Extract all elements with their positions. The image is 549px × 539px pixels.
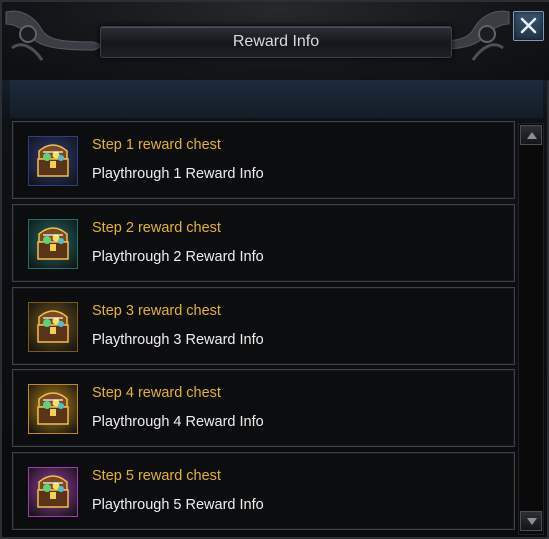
header-band — [10, 80, 543, 118]
teal-chest-icon — [37, 227, 69, 260]
purple-chest-icon — [37, 475, 69, 508]
reward-subtitle-3: Playthrough 3 Reward Info — [92, 332, 264, 348]
chest-icon-5 — [28, 467, 78, 517]
arrow-down-icon — [527, 518, 537, 525]
gold-chest-icon — [37, 392, 69, 425]
reward-subtitle-1: Playthrough 1 Reward Info — [92, 166, 264, 182]
reward-info-window: Reward Info Step 1 reward chest Playthro… — [0, 0, 549, 539]
reward-list: Step 1 reward chest Playthrough 1 Reward… — [12, 121, 515, 535]
scrollbar[interactable] — [518, 123, 544, 535]
reward-row-2[interactable]: Step 2 reward chest Playthrough 2 Reward… — [12, 204, 515, 282]
scroll-up-button[interactable] — [520, 125, 542, 145]
bronze-chest-icon — [37, 310, 69, 343]
reward-title-1: Step 1 reward chest — [92, 137, 221, 153]
reward-title-3: Step 3 reward chest — [92, 303, 221, 319]
reward-subtitle-2: Playthrough 2 Reward Info — [92, 249, 264, 265]
scroll-down-button[interactable] — [520, 511, 542, 531]
reward-row-1[interactable]: Step 1 reward chest Playthrough 1 Reward… — [12, 121, 515, 199]
title-plate: Reward Info — [100, 26, 452, 58]
close-icon — [520, 17, 537, 34]
reward-row-3[interactable]: Step 3 reward chest Playthrough 3 Reward… — [12, 287, 515, 365]
close-button[interactable] — [513, 11, 544, 41]
window-title: Reward Info — [232, 33, 320, 50]
reward-subtitle-4: Playthrough 4 Reward Info — [92, 414, 264, 430]
arrow-up-icon — [527, 132, 537, 139]
reward-title-4: Step 4 reward chest — [92, 385, 221, 401]
title-bar: Reward Info — [2, 2, 549, 81]
chest-icon-3 — [28, 302, 78, 352]
reward-row-4[interactable]: Step 4 reward chest Playthrough 4 Reward… — [12, 369, 515, 447]
blue-chest-icon — [37, 144, 69, 177]
reward-title-2: Step 2 reward chest — [92, 220, 221, 236]
reward-subtitle-5: Playthrough 5 Reward Info — [92, 497, 264, 513]
reward-row-5[interactable]: Step 5 reward chest Playthrough 5 Reward… — [12, 452, 515, 530]
chest-icon-4 — [28, 384, 78, 434]
chest-icon-1 — [28, 136, 78, 186]
chest-icon-2 — [28, 219, 78, 269]
reward-title-5: Step 5 reward chest — [92, 468, 221, 484]
